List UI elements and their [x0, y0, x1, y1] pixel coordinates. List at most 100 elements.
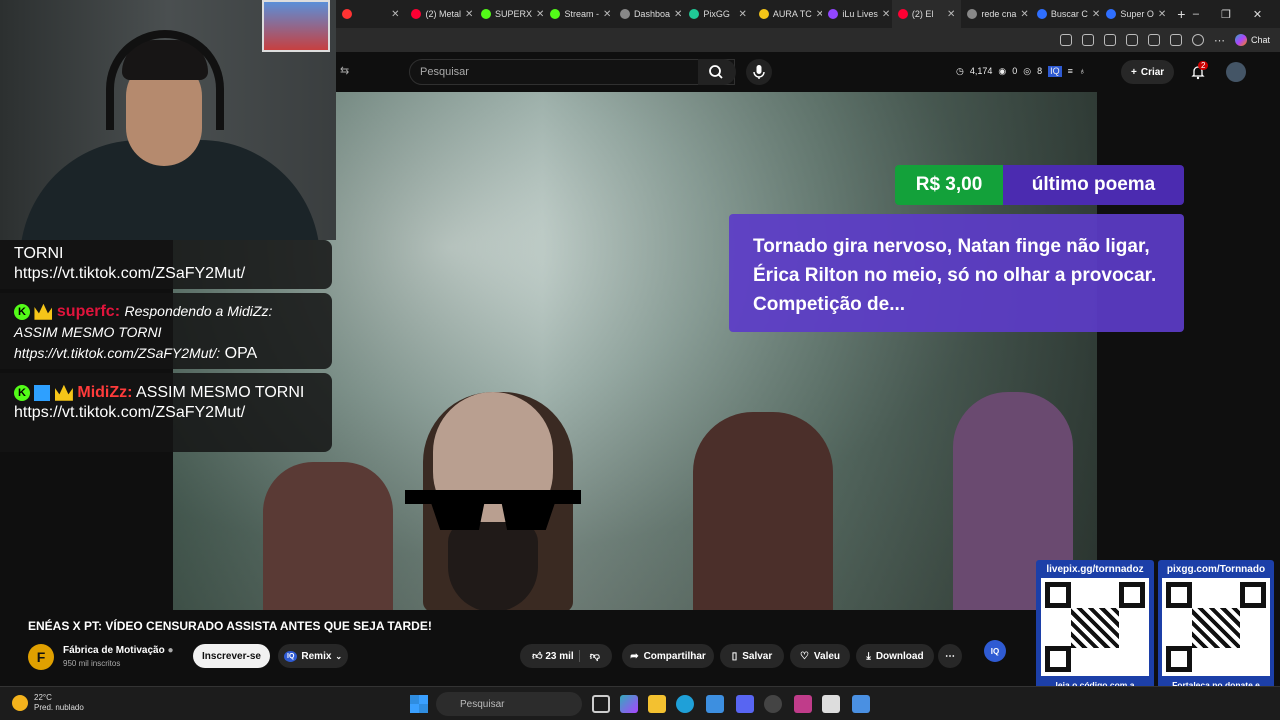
tab-label: Buscar C	[1050, 9, 1088, 19]
menu-icon[interactable]: ⋯	[1214, 34, 1225, 47]
close-icon[interactable]: ✕	[603, 9, 611, 20]
channel-name[interactable]: Fábrica de Motivação ●	[63, 645, 174, 656]
browser-tab[interactable]: iLu Lives ✕	[822, 0, 891, 28]
obs-icon[interactable]	[764, 695, 782, 713]
create-button[interactable]: + Criar	[1121, 60, 1175, 84]
qr-code-icon	[1041, 578, 1149, 676]
channel-name-text: Fábrica de Motivação	[63, 645, 165, 656]
close-icon[interactable]: ✕	[947, 9, 955, 20]
close-icon[interactable]: ✕	[536, 9, 544, 20]
weather-icon	[12, 695, 28, 711]
weather-widget[interactable]: 22°C Pred. nublado	[12, 693, 84, 713]
close-icon[interactable]: ✕	[1020, 9, 1028, 20]
close-icon[interactable]: ✕	[1158, 9, 1166, 20]
browser-tab[interactable]: AURA TC ✕	[753, 0, 822, 28]
subscribe-button[interactable]: Inscrever-se	[193, 644, 270, 668]
clock-icon: ◷	[956, 66, 964, 76]
close-icon[interactable]: ✕	[465, 9, 473, 20]
tab-label: Stream -	[564, 9, 599, 19]
tab-favicon-icon	[689, 9, 700, 19]
iq-extension-button[interactable]: IQ	[984, 640, 1006, 662]
favorites-icon[interactable]	[1169, 34, 1182, 46]
browser-tab[interactable]: SUPERX ✕	[475, 0, 544, 28]
extension-icon[interactable]	[1103, 34, 1116, 46]
copilot-icon[interactable]	[620, 695, 638, 713]
tab-label: Super O	[1120, 9, 1154, 19]
like-button[interactable]: 👍︎ 23 mil	[532, 650, 574, 662]
browser-tab[interactable]: (2) Metal ✕	[405, 0, 474, 28]
browser-tab[interactable]: Super O ✕	[1100, 0, 1169, 28]
browser-tab[interactable]: PixGG ✕	[683, 0, 752, 28]
search-button[interactable]	[698, 59, 736, 85]
channel-avatar[interactable]: F	[28, 644, 54, 670]
browser-tab-active[interactable]: (2) El ✕	[891, 0, 962, 28]
browser-tab[interactable]: Dashboa ✕	[614, 0, 683, 28]
voice-search-button[interactable]	[746, 59, 772, 85]
stat-count: 4,174	[969, 66, 993, 76]
app-icon[interactable]	[822, 695, 840, 713]
discord-icon[interactable]	[736, 695, 754, 713]
extension-icon[interactable]	[1125, 34, 1138, 46]
file-explorer-icon[interactable]	[648, 695, 666, 713]
trophy-icon[interactable]: ♁	[1079, 66, 1086, 77]
save-button[interactable]: ▯ Salvar	[720, 644, 784, 668]
extension-icon[interactable]	[1059, 34, 1072, 46]
minimize-button[interactable]: –	[1193, 8, 1199, 21]
more-actions-button[interactable]: ⋯	[938, 644, 962, 668]
browser-tab[interactable]: Buscar C ✕	[1031, 0, 1100, 28]
close-window-button[interactable]: ✕	[1253, 8, 1262, 21]
filter-icon[interactable]: ⇆	[340, 64, 349, 77]
photos-icon[interactable]	[706, 695, 724, 713]
chat-message: TORNI https://vt.tiktok.com/ZSaFY2Mut/	[0, 240, 332, 289]
close-icon[interactable]: ✕	[674, 9, 682, 20]
close-icon[interactable]: ✕	[391, 9, 399, 20]
eye-icon: ◎	[1023, 66, 1032, 76]
notifications-button[interactable]: 2	[1190, 61, 1209, 80]
list-icon[interactable]: ≡	[1068, 66, 1073, 77]
extension-icon[interactable]	[1147, 34, 1160, 46]
close-icon[interactable]: ✕	[882, 9, 890, 20]
share-button[interactable]: ➦ Compartilhar	[622, 644, 714, 668]
close-icon[interactable]: ✕	[816, 9, 823, 20]
new-tab-button[interactable]: +	[1170, 6, 1193, 22]
remix-button[interactable]: IQ Remix ⌄	[278, 644, 348, 668]
edge-icon[interactable]	[676, 695, 694, 713]
browser-tab[interactable]: ✕	[336, 0, 405, 28]
maximize-button[interactable]: ❐	[1221, 8, 1231, 21]
thanks-label: Valeu	[813, 650, 841, 662]
iq-icon[interactable]: IQ	[1048, 66, 1062, 77]
tab-label: (2) Metal	[425, 9, 461, 19]
qr-title: livepix.gg/tornnadoz	[1046, 564, 1144, 575]
taskbar-search-input[interactable]: Pesquisar	[436, 692, 582, 716]
like-count: 23 mil	[545, 651, 574, 662]
app-icon[interactable]	[852, 695, 870, 713]
search-input[interactable]: Pesquisar	[409, 59, 735, 85]
tab-label: Dashboa	[633, 9, 670, 19]
tab-favicon-icon	[1036, 9, 1047, 19]
browser-tab[interactable]: rede cna ✕	[961, 0, 1030, 28]
tab-favicon-icon	[828, 9, 839, 19]
windows-start-icon[interactable]	[410, 695, 428, 713]
search-icon	[709, 65, 723, 79]
copilot-chat-button[interactable]: Chat	[1234, 34, 1270, 46]
kick-badge-icon: K	[14, 384, 30, 401]
download-button[interactable]: ⤓ Download	[856, 644, 934, 668]
browser-tab-strip: ✕ (2) Metal ✕ SUPERX ✕ Stream - ✕ Dashboa ✕ …	[336, 0, 1280, 28]
window-controls: – ❐ ✕	[1193, 8, 1280, 21]
browser-tab[interactable]: Stream - ✕	[544, 0, 613, 28]
profile-icon[interactable]	[1191, 34, 1204, 46]
chat-text: ASSIM MESMO TORNI	[136, 384, 305, 401]
close-icon[interactable]: ✕	[1092, 9, 1100, 20]
task-view-icon[interactable]	[592, 695, 610, 713]
extension-icon[interactable]	[1081, 34, 1094, 46]
dislike-icon[interactable]: 👎︎	[578, 650, 600, 662]
tab-favicon-icon	[897, 9, 908, 19]
avatar[interactable]	[1226, 62, 1246, 82]
bookmark-icon: ▯	[731, 650, 738, 662]
thanks-button[interactable]: ♡ Valeu	[790, 644, 850, 668]
chat-message: K MidiZz: ASSIM MESMO TORNI https://vt.t…	[0, 373, 332, 452]
close-icon[interactable]: ✕	[739, 9, 747, 20]
app-icon[interactable]	[794, 695, 812, 713]
temperature: 22°C	[34, 693, 52, 702]
tab-favicon-icon	[411, 9, 422, 19]
